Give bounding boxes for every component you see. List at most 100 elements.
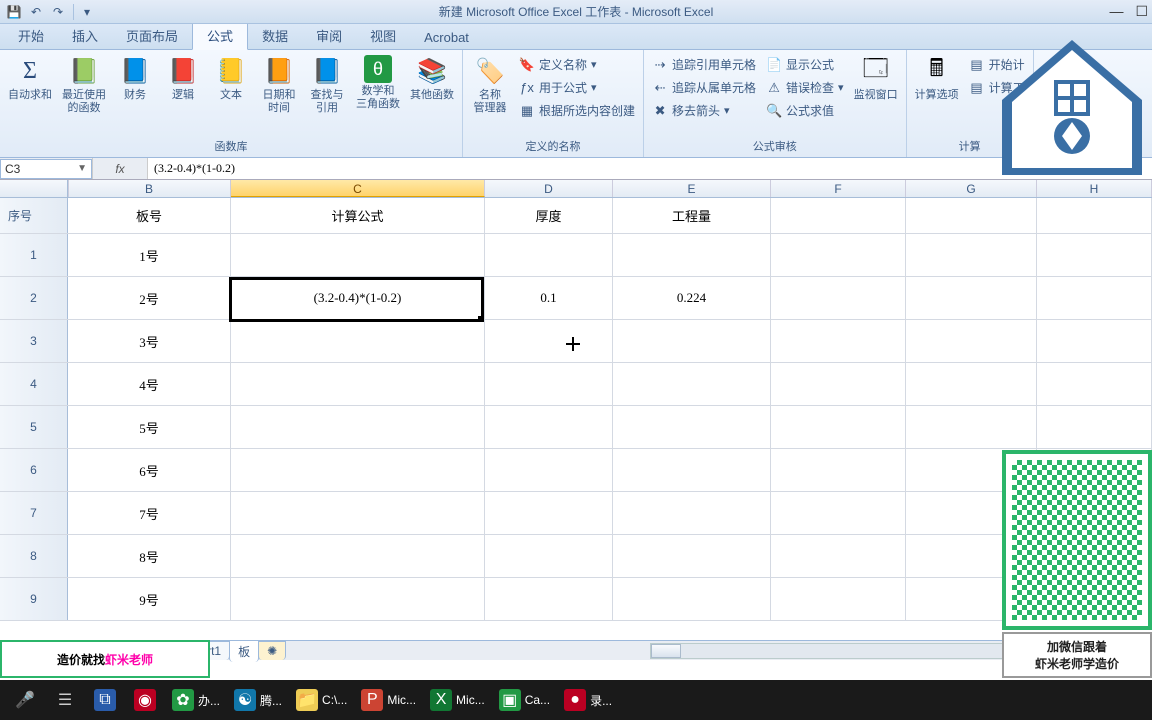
taskbar-app[interactable]: XMic... (424, 684, 491, 716)
minimize-button[interactable]: — (1109, 3, 1123, 20)
formula-input[interactable]: (3.2-0.4)*(1-0.2) (148, 158, 1152, 179)
taskbar-taskview-icon[interactable]: ☰ (46, 684, 84, 716)
text-button[interactable]: 📒文本 (208, 52, 254, 105)
cell[interactable]: 1号 (68, 234, 231, 276)
cell[interactable]: 0.224 (613, 277, 771, 319)
qat-save-icon[interactable]: 💾 (4, 2, 24, 22)
name-manager-button[interactable]: 🏷️名称 管理器 (467, 52, 513, 118)
cell[interactable] (771, 535, 906, 577)
cell[interactable] (906, 363, 1037, 405)
more-functions-button[interactable]: 📚其他函数 (406, 52, 458, 105)
cell[interactable] (1037, 492, 1152, 534)
taskbar-app[interactable]: ●录... (558, 684, 618, 716)
taskbar-app[interactable]: ✿办... (166, 684, 226, 716)
cell[interactable] (613, 320, 771, 362)
cell[interactable] (1037, 578, 1152, 620)
cell[interactable] (613, 578, 771, 620)
col-G-header[interactable]: G (906, 180, 1037, 197)
cell[interactable] (485, 234, 613, 276)
tab-page-layout[interactable]: 页面布局 (112, 21, 192, 49)
row-header[interactable]: 7 (0, 492, 68, 534)
cell[interactable]: 8号 (68, 535, 231, 577)
name-box[interactable]: C3▼ (0, 159, 92, 179)
cell[interactable] (613, 234, 771, 276)
cell[interactable] (906, 492, 1037, 534)
cell[interactable] (231, 578, 485, 620)
row-header[interactable]: 9 (0, 578, 68, 620)
recent-functions-button[interactable]: 📗最近使用 的函数 (58, 52, 110, 118)
row-header[interactable]: 3 (0, 320, 68, 362)
logical-button[interactable]: 📕逻辑 (160, 52, 206, 105)
date-time-button[interactable]: 📙日期和 时间 (256, 52, 302, 118)
cell[interactable] (771, 277, 906, 319)
taskbar-app[interactable]: 📁C:\... (290, 684, 353, 716)
row-header[interactable]: 1 (0, 234, 68, 276)
tab-review[interactable]: 审阅 (302, 21, 356, 49)
trace-precedents-button[interactable]: ⇢追踪引用单元格 (648, 54, 760, 75)
cell[interactable] (613, 535, 771, 577)
cell[interactable] (231, 234, 485, 276)
qat-redo-icon[interactable]: ↷ (48, 2, 68, 22)
row-header[interactable]: 8 (0, 535, 68, 577)
cell[interactable]: 板号 (68, 198, 231, 233)
cell[interactable] (613, 406, 771, 448)
financial-button[interactable]: 📘财务 (112, 52, 158, 105)
calc-sheet-button[interactable]: ▤计算工 (965, 77, 1029, 98)
fx-icon[interactable]: fx (92, 158, 148, 179)
cell[interactable] (1037, 320, 1152, 362)
col-F-header[interactable]: F (771, 180, 906, 197)
tab-acrobat[interactable]: Acrobat (410, 25, 483, 49)
cell[interactable] (485, 535, 613, 577)
cell[interactable]: 3号 (68, 320, 231, 362)
cell[interactable] (1037, 277, 1152, 319)
scrollbar-thumb[interactable] (651, 644, 681, 658)
sheet-tab-active[interactable]: 板 (229, 640, 259, 662)
cell[interactable] (906, 578, 1037, 620)
cell[interactable] (906, 277, 1037, 319)
cell[interactable]: 9号 (68, 578, 231, 620)
col-H-header[interactable]: H (1037, 180, 1152, 197)
cell[interactable] (485, 363, 613, 405)
cell[interactable] (771, 492, 906, 534)
col-E-header[interactable]: E (613, 180, 771, 197)
evaluate-formula-button[interactable]: 🔍公式求值 (762, 100, 848, 121)
tab-view[interactable]: 视图 (356, 21, 410, 49)
qat-undo-icon[interactable]: ↶ (26, 2, 46, 22)
math-trig-button[interactable]: θ数学和 三角函数 (352, 52, 404, 114)
calc-now-button[interactable]: ▤开始计 (965, 54, 1029, 75)
cell[interactable] (231, 535, 485, 577)
cell[interactable] (231, 320, 485, 362)
cell[interactable] (485, 578, 613, 620)
watch-window-button[interactable]: 🗔监视窗口 (850, 52, 902, 105)
cell[interactable] (1037, 363, 1152, 405)
autosum-button[interactable]: Σ自动求和 (4, 52, 56, 105)
cell[interactable]: 0.1 (485, 277, 613, 319)
cell[interactable] (231, 449, 485, 491)
taskbar-app[interactable]: ☯腾... (228, 684, 288, 716)
show-formulas-button[interactable]: 📄显示公式 (762, 54, 848, 75)
cell[interactable] (485, 406, 613, 448)
row-header[interactable]: 5 (0, 406, 68, 448)
cell[interactable] (613, 492, 771, 534)
col-C-header[interactable]: C (231, 180, 485, 197)
cell[interactable]: 5号 (68, 406, 231, 448)
trace-dependents-button[interactable]: ⇠追踪从属单元格 (648, 77, 760, 98)
maximize-button[interactable]: ☐ (1135, 3, 1148, 20)
cell[interactable] (771, 320, 906, 362)
cell[interactable] (613, 449, 771, 491)
cell[interactable] (906, 198, 1037, 233)
cell[interactable] (613, 363, 771, 405)
row-header[interactable]: 6 (0, 449, 68, 491)
taskbar-mic-icon[interactable]: 🎤 (6, 684, 44, 716)
cell[interactable] (1037, 198, 1152, 233)
taskbar-app[interactable]: ◉ (126, 684, 164, 716)
cell[interactable] (231, 492, 485, 534)
taskbar-app[interactable]: ⧉ (86, 684, 124, 716)
cell[interactable] (771, 198, 906, 233)
taskbar-app[interactable]: ▣Ca... (493, 684, 556, 716)
cell[interactable]: 厚度 (485, 198, 613, 233)
cell[interactable]: (3.2-0.4)*(1-0.2) (231, 277, 485, 319)
cell[interactable] (1037, 406, 1152, 448)
tab-insert[interactable]: 插入 (58, 21, 112, 49)
row-header[interactable]: 4 (0, 363, 68, 405)
